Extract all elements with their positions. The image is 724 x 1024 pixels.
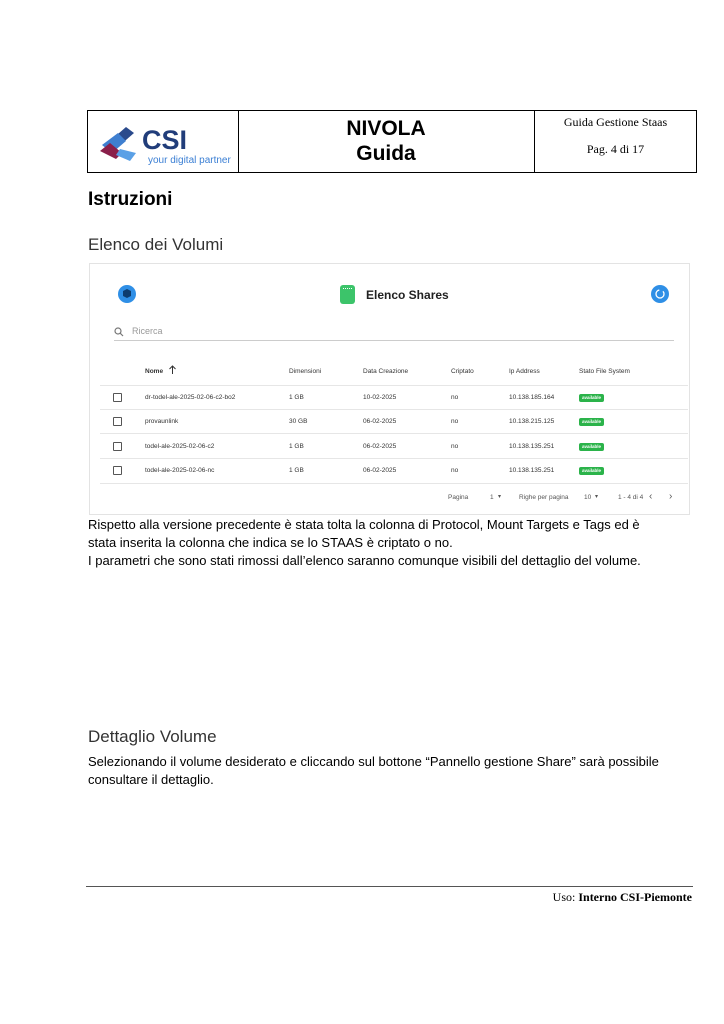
document-header: CSI your digital partner NIVOLA Guida Gu…: [87, 110, 697, 173]
paragraph-2: Selezionando il volume desiderato e clic…: [88, 753, 688, 789]
cell-ip: 10.138.185.164: [509, 394, 555, 401]
cell-dimensioni: 1 GB: [289, 467, 304, 474]
title-line-1: NIVOLA: [346, 117, 426, 140]
status-badge: available: [579, 467, 605, 475]
footer-divider: [86, 886, 693, 887]
usage-footer: Uso: Interno CSI-Piemonte: [553, 890, 692, 905]
arrow-up-icon[interactable]: [168, 365, 177, 375]
row-checkbox[interactable]: [113, 466, 122, 475]
range-text: 1 - 4 di 4: [618, 494, 644, 501]
paragraph-2-line-2: consultare il dettaglio.: [88, 772, 214, 787]
col-header-ip[interactable]: Ip Address: [509, 368, 540, 375]
cell-dimensioni: 1 GB: [289, 443, 304, 450]
status-badge: available: [579, 418, 605, 426]
cell-criptato: no: [451, 467, 459, 474]
page-number: Pag. 4 di 17: [586, 142, 645, 156]
cell-criptato: no: [451, 443, 459, 450]
refresh-icon[interactable]: [651, 285, 669, 303]
cell-data: 06-02-2025: [363, 467, 397, 474]
col-header-criptato[interactable]: Criptato: [451, 368, 474, 375]
document-info: Guida Gestione Staas Pag. 4 di 17: [535, 111, 696, 172]
paragraph-1-line-1: Rispetto alla versione precedente è stat…: [88, 517, 640, 532]
status-badge: available: [579, 394, 605, 402]
cell-ip: 10.138.135.251: [509, 467, 555, 474]
logo-cell: CSI your digital partner: [88, 111, 239, 172]
cell-ip: 10.138.135.251: [509, 443, 555, 450]
cell-nome[interactable]: provaunlink: [145, 418, 178, 425]
paragraph-1: Rispetto alla versione precedente è stat…: [88, 516, 688, 570]
row-checkbox[interactable]: [113, 442, 122, 451]
chevron-down-icon[interactable]: ▾: [498, 493, 501, 500]
cube-icon[interactable]: [118, 285, 136, 303]
section-title: Istruzioni: [88, 189, 173, 210]
status-badge: available: [579, 443, 605, 451]
col-header-stato[interactable]: Stato File System: [579, 368, 630, 375]
col-header-dimensioni[interactable]: Dimensioni: [289, 368, 321, 375]
cell-criptato: no: [451, 418, 459, 425]
paragraph-1-line-2: stata inserita la colonna che indica se …: [88, 535, 453, 550]
pagina-label: Pagina: [448, 494, 469, 501]
shares-icon: [340, 285, 355, 304]
csi-logo-icon: [100, 127, 136, 161]
cell-criptato: no: [451, 394, 459, 401]
logo-text: CSI: [142, 125, 188, 155]
title-line-2: Guida: [356, 142, 416, 165]
header-divider: [100, 385, 688, 386]
prev-page-icon[interactable]: ‹: [649, 491, 652, 502]
search-underline: [114, 340, 674, 341]
cell-data: 06-02-2025: [363, 418, 397, 425]
cell-dimensioni: 1 GB: [289, 394, 304, 401]
cell-data: 06-02-2025: [363, 443, 397, 450]
panel-title: Elenco Shares: [366, 288, 449, 302]
righe-select[interactable]: 10: [584, 494, 591, 501]
chevron-down-icon[interactable]: ▾: [595, 493, 598, 500]
row-divider: [100, 433, 688, 434]
paragraph-1-line-3: I parametri che sono stati rimossi dall’…: [88, 553, 641, 568]
usage-label: Uso:: [552, 890, 579, 904]
col-header-data[interactable]: Data Creazione: [363, 368, 408, 375]
col-header-nome[interactable]: Nome: [145, 368, 163, 375]
pagina-select[interactable]: 1: [490, 494, 494, 501]
search-input[interactable]: Ricerca: [132, 326, 163, 336]
cell-nome[interactable]: todel-ale-2025-02-06-nc: [145, 467, 214, 474]
row-divider: [100, 458, 688, 459]
document-title: NIVOLA Guida: [238, 111, 535, 172]
cell-ip: 10.138.215.125: [509, 418, 555, 425]
row-divider: [100, 409, 688, 410]
subsection-title-dettaglio: Dettaglio Volume: [88, 727, 217, 746]
logo-tagline: your digital partner: [148, 155, 231, 166]
paragraph-2-line-1: Selezionando il volume desiderato e clic…: [88, 754, 659, 769]
next-page-icon[interactable]: ›: [669, 491, 672, 502]
righe-label: Righe per pagina: [519, 494, 569, 501]
cell-dimensioni: 30 GB: [289, 418, 308, 425]
usage-value: Interno CSI-Piemonte: [578, 890, 692, 904]
subsection-title-volumi: Elenco dei Volumi: [88, 235, 224, 254]
row-checkbox[interactable]: [113, 393, 122, 402]
cell-nome[interactable]: dr-todel-ale-2025-02-06-c2-bo2: [145, 394, 235, 401]
search-icon: [114, 327, 124, 337]
cell-nome[interactable]: todel-ale-2025-02-06-c2: [145, 443, 214, 450]
shares-list-screenshot: Elenco Shares Ricerca Nome Dimensioni Da…: [89, 263, 690, 515]
row-checkbox[interactable]: [113, 417, 122, 426]
doc-name: Guida Gestione Staas: [563, 115, 668, 129]
cell-data: 10-02-2025: [363, 394, 397, 401]
row-divider: [100, 483, 688, 484]
